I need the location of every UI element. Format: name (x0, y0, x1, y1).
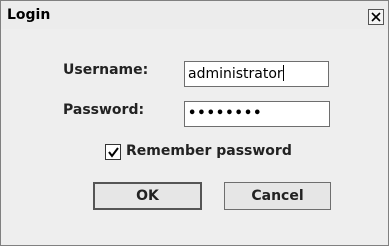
password-mask: •••••••• (188, 106, 263, 121)
ok-button[interactable]: OK (93, 182, 202, 210)
remember-password-checkbox[interactable] (105, 144, 121, 160)
cancel-button[interactable]: Cancel (224, 182, 331, 210)
password-label: Password: (63, 102, 145, 118)
text-caret (282, 65, 284, 81)
close-button[interactable] (368, 9, 384, 25)
title-bar[interactable]: Login (1, 1, 388, 29)
close-icon (371, 12, 381, 22)
login-dialog: Login Username: administrator Password: … (0, 0, 389, 246)
password-field[interactable]: •••••••• (184, 101, 330, 127)
remember-password-label[interactable]: Remember password (126, 143, 292, 159)
username-value: administrator (188, 66, 283, 82)
checkmark-icon (108, 147, 119, 158)
username-label: Username: (63, 62, 149, 78)
username-field[interactable]: administrator (184, 61, 329, 87)
window-title: Login (7, 7, 51, 23)
